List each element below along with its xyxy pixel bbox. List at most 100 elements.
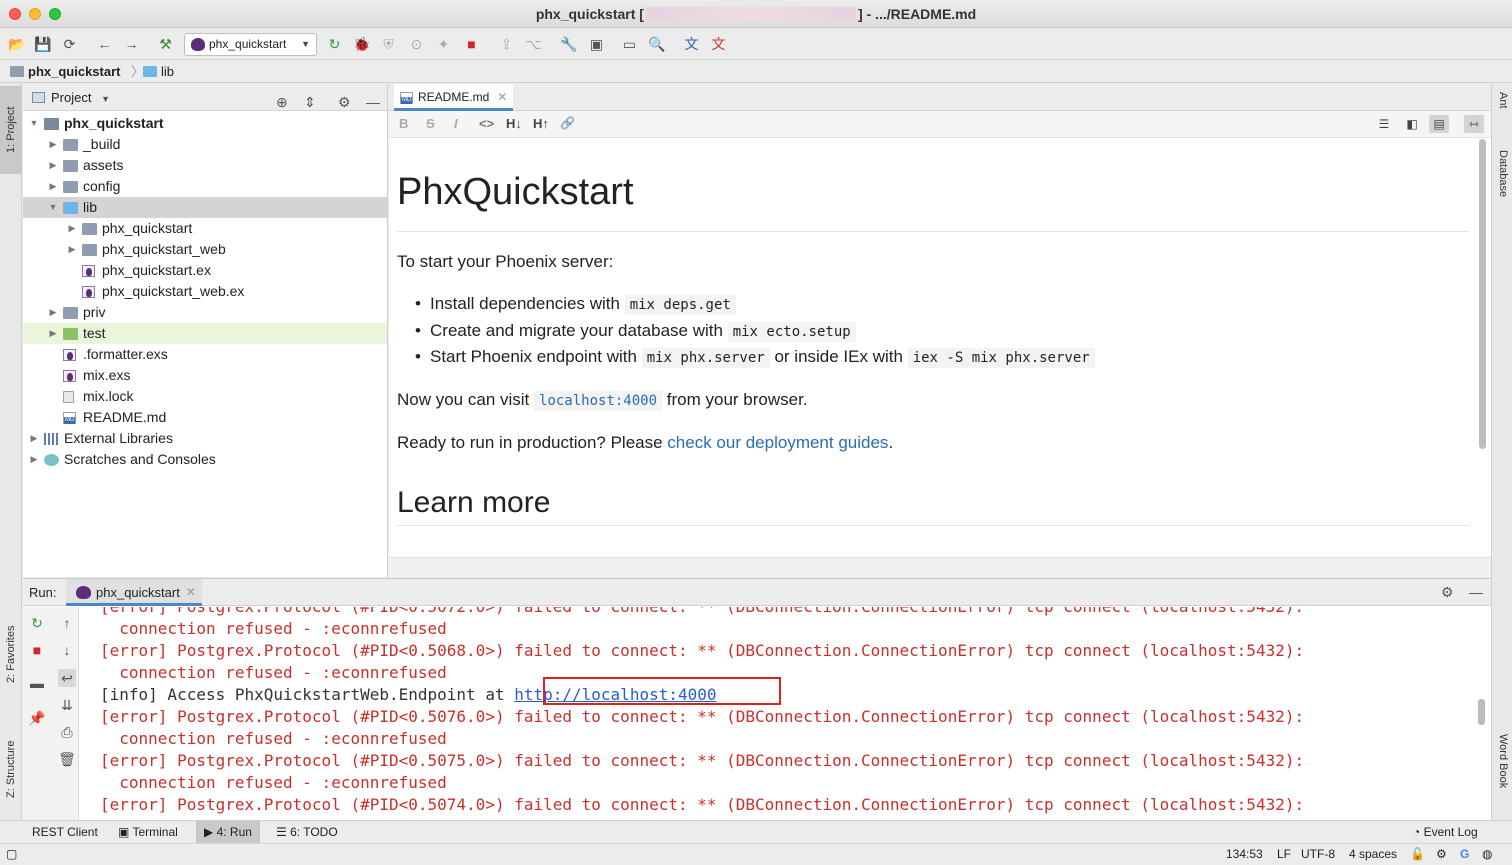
coverage-icon[interactable]: ⛨ bbox=[380, 36, 397, 53]
up-arrow-icon[interactable]: ↑ bbox=[58, 614, 76, 632]
bold-button[interactable]: B bbox=[399, 116, 408, 131]
chevron-right-icon[interactable]: ▶ bbox=[48, 302, 58, 323]
run-tab-phx-quickstart[interactable]: phx_quickstart ✕ bbox=[66, 579, 202, 606]
back-icon[interactable]: ← bbox=[96, 36, 113, 53]
gear-icon[interactable]: ⚙ bbox=[338, 89, 351, 116]
hide-panel-icon[interactable]: — bbox=[1469, 579, 1483, 606]
tab-structure[interactable]: Z: Structure bbox=[0, 724, 22, 814]
translate-replace-icon[interactable]: 文 bbox=[710, 36, 727, 53]
tree-item[interactable]: ▶ Scratches and Consoles bbox=[23, 449, 387, 470]
debug-bug-icon[interactable]: 🐞 bbox=[353, 36, 370, 53]
translate-icon[interactable]: 文 bbox=[683, 36, 700, 53]
forward-icon[interactable]: → bbox=[123, 36, 140, 53]
tree-item[interactable]: ▼ phx_quickstart bbox=[23, 113, 387, 134]
chevron-down-icon[interactable]: ▼ bbox=[101, 94, 110, 104]
editor-only-view-icon[interactable]: ☰ bbox=[1374, 115, 1394, 133]
layout-icon[interactable]: ▬ bbox=[28, 674, 46, 692]
italic-button[interactable]: I bbox=[454, 116, 458, 131]
deployment-guides-link[interactable]: check our deployment guides bbox=[667, 433, 888, 452]
chevron-right-icon[interactable]: ▶ bbox=[48, 155, 58, 176]
open-folder-icon[interactable]: 📂 bbox=[8, 36, 25, 53]
tab-run[interactable]: ▶ 4: Run bbox=[196, 821, 260, 843]
close-tab-icon[interactable]: ✕ bbox=[497, 84, 507, 110]
chevron-right-icon[interactable]: ▶ bbox=[29, 449, 39, 470]
localhost-link[interactable]: localhost:4000 bbox=[534, 391, 663, 411]
build-hammer-icon[interactable]: ⚒ bbox=[157, 36, 174, 53]
gear-icon[interactable]: ⚙ bbox=[1441, 579, 1454, 606]
tab-project[interactable]: 1: Project bbox=[0, 86, 22, 174]
chevron-down-icon[interactable]: ▼ bbox=[48, 197, 58, 218]
pin-icon[interactable]: 📌 bbox=[28, 709, 46, 727]
collapse-all-icon[interactable]: ⇕ bbox=[304, 89, 316, 116]
project-view-select[interactable]: Project bbox=[51, 90, 91, 105]
search-icon[interactable]: 🔍 bbox=[648, 36, 665, 53]
editor-scrollbar[interactable] bbox=[1479, 139, 1487, 449]
chevron-right-icon[interactable]: ▶ bbox=[48, 176, 58, 197]
chevron-down-icon[interactable]: ▼ bbox=[29, 113, 39, 134]
rerun-icon[interactable]: ↻ bbox=[28, 614, 46, 632]
tree-item[interactable]: README.md bbox=[23, 407, 387, 428]
profile-icon[interactable]: ⊙ bbox=[408, 36, 425, 53]
tree-item[interactable]: ▶ test bbox=[23, 323, 387, 344]
tab-todo[interactable]: ☰ 6: TODO bbox=[268, 821, 346, 843]
tab-rest-client[interactable]: REST Client bbox=[24, 821, 106, 843]
chevron-right-icon[interactable]: ▶ bbox=[67, 218, 77, 239]
header-up-button[interactable]: H↑ bbox=[533, 116, 549, 131]
header-down-button[interactable]: H↓ bbox=[506, 116, 522, 131]
tree-item[interactable]: ▶ assets bbox=[23, 155, 387, 176]
save-all-icon[interactable]: 💾 bbox=[34, 36, 51, 53]
tab-database[interactable]: Database bbox=[1492, 150, 1512, 230]
tab-ant[interactable]: Ant bbox=[1492, 92, 1512, 132]
memory-icon[interactable]: ◍ bbox=[1482, 844, 1492, 865]
file-encoding[interactable]: UTF-8 bbox=[1301, 844, 1335, 865]
project-structure-icon[interactable]: ▣ bbox=[588, 36, 605, 53]
breadcrumb-item-project[interactable]: phx_quickstart bbox=[10, 61, 120, 82]
tab-event-log[interactable]: ◔ Event Log bbox=[1405, 821, 1486, 843]
caret-position[interactable]: 134:53 bbox=[1226, 844, 1263, 865]
down-arrow-icon[interactable]: ↓ bbox=[58, 641, 76, 659]
tree-item[interactable]: mix.exs bbox=[23, 365, 387, 386]
attach-icon[interactable]: ✦ bbox=[435, 36, 452, 53]
hide-panel-icon[interactable]: — bbox=[366, 89, 380, 116]
chevron-right-icon[interactable]: ▶ bbox=[29, 428, 39, 449]
breadcrumb-item-lib[interactable]: lib bbox=[143, 61, 174, 82]
tree-item[interactable]: ▶ phx_quickstart bbox=[23, 218, 387, 239]
tree-item[interactable]: ▶ External Libraries bbox=[23, 428, 387, 449]
preview-only-view-icon[interactable]: ▤ bbox=[1429, 115, 1449, 133]
code-button[interactable]: <> bbox=[479, 116, 494, 131]
chevron-right-icon[interactable]: ▶ bbox=[48, 134, 58, 155]
tab-readme[interactable]: README.md ✕ bbox=[394, 84, 514, 111]
deploy-icon[interactable]: ⇪ bbox=[498, 36, 515, 53]
tree-item[interactable]: ▼ lib bbox=[23, 197, 387, 218]
tree-item[interactable]: .formatter.exs bbox=[23, 344, 387, 365]
lock-icon[interactable]: 🔓 bbox=[1410, 844, 1425, 865]
tree-item[interactable]: ▶ priv bbox=[23, 302, 387, 323]
tree-item[interactable]: phx_quickstart.ex bbox=[23, 260, 387, 281]
stop-icon[interactable]: ■ bbox=[463, 36, 480, 53]
chevron-right-icon[interactable]: ▶ bbox=[48, 323, 58, 344]
inspector-icon[interactable]: ⚙ bbox=[1436, 844, 1447, 865]
scroll-to-end-icon[interactable]: ⇊ bbox=[58, 696, 76, 714]
insert-link-button[interactable]: 🔗 bbox=[560, 116, 575, 130]
console-scrollbar[interactable] bbox=[1478, 699, 1485, 725]
chevron-right-icon[interactable]: ▶ bbox=[67, 239, 77, 260]
toggle-tool-windows-icon[interactable]: ▢ bbox=[6, 844, 17, 865]
close-tab-icon[interactable]: ✕ bbox=[186, 579, 196, 606]
split-view-icon[interactable]: ◧ bbox=[1402, 115, 1422, 133]
tree-item[interactable]: phx_quickstart_web.ex bbox=[23, 281, 387, 302]
tree-item[interactable]: ▶ _build bbox=[23, 134, 387, 155]
trash-icon[interactable]: 🗑 bbox=[58, 750, 76, 768]
print-icon[interactable]: ⎙ bbox=[58, 723, 76, 741]
tab-word-book[interactable]: Word Book bbox=[1492, 734, 1512, 814]
indent-setting[interactable]: 4 spaces bbox=[1349, 844, 1397, 865]
sync-icon[interactable]: ⟳ bbox=[61, 36, 78, 53]
vcs-icon[interactable]: ⌥ bbox=[525, 36, 542, 53]
layout-toggle-icon[interactable]: ⇿ bbox=[1464, 115, 1484, 133]
tree-item[interactable]: ▶ config bbox=[23, 176, 387, 197]
tab-favorites[interactable]: 2: Favorites bbox=[0, 604, 22, 704]
strikethrough-button[interactable]: S bbox=[426, 116, 435, 131]
terminal-window-icon[interactable]: ▭ bbox=[621, 36, 638, 53]
scrollbar-thumb[interactable] bbox=[1479, 139, 1486, 449]
settings-wrench-icon[interactable]: 🔧 bbox=[560, 36, 577, 53]
tree-item[interactable]: mix.lock bbox=[23, 386, 387, 407]
